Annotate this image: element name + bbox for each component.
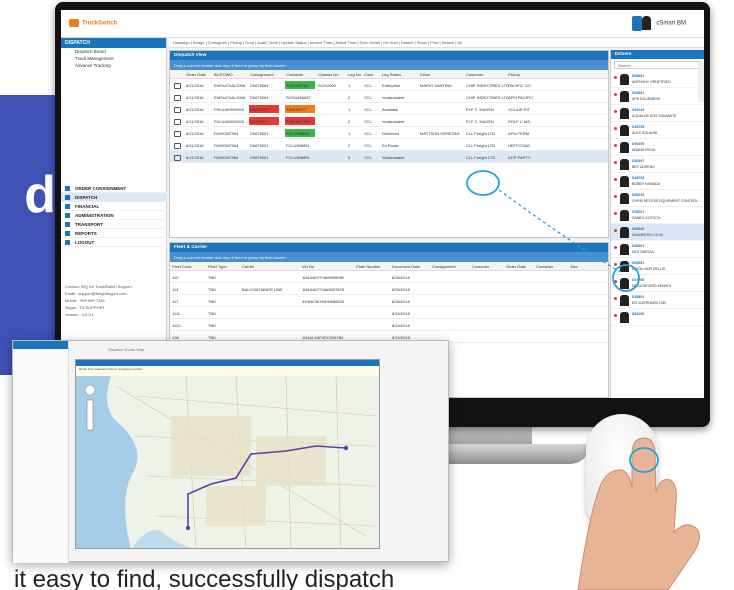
bay-area <box>132 530 191 548</box>
route-start-marker[interactable] <box>185 525 191 531</box>
map-zoom-slider[interactable] <box>86 399 94 431</box>
hand-illustration <box>577 437 700 590</box>
map-pan-control-icon[interactable] <box>84 384 96 396</box>
map-canvas <box>76 375 377 548</box>
map-sidebar-header <box>13 341 68 349</box>
caption-text: it easy to find, successfully dispatch <box>14 566 395 590</box>
drag-path-line <box>498 189 622 273</box>
map-window-title: Dispatch Route Map <box>108 347 145 352</box>
drag-source-circle <box>612 264 640 292</box>
route-map[interactable]: Route from selected order to consignee l… <box>75 359 380 549</box>
map-info-line: Route from selected order to consignee l… <box>76 366 379 376</box>
route-end-marker[interactable] <box>343 445 349 451</box>
marketing-stage: d TruckSwitch cSmart BM DISPATCH Dispatc… <box>0 0 734 590</box>
promo-letter: d <box>24 166 56 224</box>
ocean-area <box>76 376 138 548</box>
urban-areas <box>171 416 326 526</box>
map-window: Dispatch Route Map Route from selected o… <box>12 340 449 563</box>
map-sidebar <box>13 341 69 563</box>
drop-target-circle <box>466 170 500 196</box>
